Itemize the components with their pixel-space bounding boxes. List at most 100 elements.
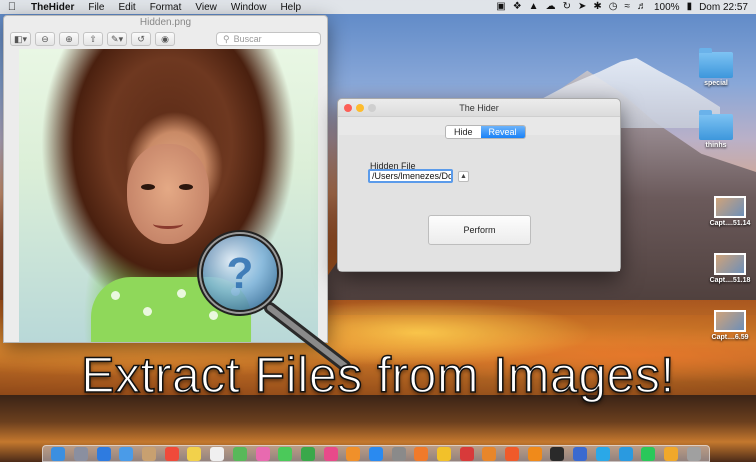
skype-icon[interactable]	[595, 446, 610, 461]
menu-bar:  TheHider File Edit Format View Window …	[0, 0, 756, 14]
facetime-icon[interactable]	[300, 446, 315, 461]
mail-icon[interactable]	[119, 446, 134, 461]
sketch-icon[interactable]	[663, 446, 678, 461]
desktop-item-label: special	[704, 80, 728, 87]
contacts-icon[interactable]	[142, 446, 157, 461]
shirt-dot	[111, 291, 120, 300]
hider-titlebar[interactable]: The Hider	[338, 99, 620, 117]
calendar-icon[interactable]	[164, 446, 179, 461]
whatsapp-icon[interactable]	[641, 446, 656, 461]
menu-edit[interactable]: Edit	[111, 2, 142, 13]
safari-icon[interactable]	[96, 446, 111, 461]
appstore-icon[interactable]	[368, 446, 383, 461]
desktop-item-thinhs[interactable]: thinhs	[689, 110, 743, 149]
browse-stepper-button[interactable]: ▲	[458, 171, 469, 182]
zoom-out-icon: ⊖	[41, 33, 49, 44]
desktop-item-screenshot-1[interactable]: Capt....51.14	[703, 196, 756, 227]
menu-file[interactable]: File	[81, 2, 111, 13]
apple-menu-icon[interactable]: 	[0, 1, 24, 13]
launchpad-icon[interactable]	[74, 446, 89, 461]
dock	[42, 445, 710, 462]
menu-app[interactable]: TheHider	[24, 2, 81, 13]
search-placeholder: Buscar	[233, 34, 262, 44]
zoom-out-button[interactable]: ⊖	[35, 32, 56, 46]
notes-icon[interactable]	[187, 446, 202, 461]
evernote-icon[interactable]: ▣	[496, 0, 505, 14]
dropbox-icon[interactable]: ❖	[513, 0, 522, 14]
rotate-icon: ↺	[137, 33, 145, 44]
rotate-button[interactable]: ↺	[131, 32, 152, 46]
telegram-icon[interactable]	[618, 446, 633, 461]
drive-icon[interactable]: ▲	[529, 0, 539, 14]
sidebar-toggle-button[interactable]: ◧▾	[10, 32, 32, 46]
markup-button[interactable]: ✎▾	[107, 32, 128, 46]
preview-toolbar: ◧▾ ⊖ ⊕ ⇧ ✎▾ ↺ ◉ ⚲ Buscar	[4, 30, 327, 48]
sidebar-icon: ◧▾	[14, 33, 28, 44]
hider-title: The Hider	[459, 103, 499, 113]
wifi-icon[interactable]: ≈	[624, 0, 630, 14]
sync-icon[interactable]: ↻	[563, 0, 571, 14]
close-button[interactable]	[344, 104, 352, 112]
photos-icon[interactable]	[255, 446, 270, 461]
maps-icon[interactable]	[232, 446, 247, 461]
cloud-icon[interactable]: ☁	[546, 0, 556, 14]
shirt-dot	[143, 307, 152, 316]
search-input[interactable]: ⚲ Buscar	[216, 32, 321, 46]
reminders-icon[interactable]	[210, 446, 225, 461]
preview-titlebar[interactable]: Hidden.png	[4, 16, 327, 30]
battery-percent[interactable]: 100%	[654, 2, 680, 13]
tab-hide[interactable]: Hide	[446, 126, 481, 138]
annotate-icon: ◉	[161, 33, 170, 44]
opera-icon[interactable]	[459, 446, 474, 461]
menu-window[interactable]: Window	[224, 2, 274, 13]
hider-panel	[339, 135, 620, 271]
photo-eye-right	[179, 184, 193, 190]
hidden-file-path-field[interactable]: /Users/lmenezes/Dow	[368, 169, 453, 183]
tab-reveal[interactable]: Reveal	[480, 126, 525, 138]
battery-icon[interactable]: ▮	[687, 0, 693, 14]
shirt-dot	[177, 289, 186, 298]
desktop-item-screenshot-2[interactable]: Capt....51.18	[703, 253, 756, 284]
photo-smile	[153, 219, 183, 229]
itunes-icon[interactable]	[323, 446, 338, 461]
finder-icon[interactable]	[51, 446, 66, 461]
perform-button[interactable]: Perform	[428, 215, 531, 245]
minimize-button[interactable]	[356, 104, 364, 112]
annotate-button[interactable]: ◉	[155, 32, 176, 46]
menu-view[interactable]: View	[188, 2, 224, 13]
menu-help[interactable]: Help	[273, 2, 308, 13]
hider-window: The Hider Hide Reveal Hidden File /Users…	[337, 98, 621, 272]
chevron-up-icon: ▲	[460, 173, 467, 180]
promo-caption: Extract Files from Images!	[80, 346, 675, 404]
bluetooth-icon[interactable]: ✱	[593, 0, 601, 14]
clock[interactable]: Dom 22:57	[699, 2, 748, 13]
preferences-icon[interactable]	[391, 446, 406, 461]
terminal-icon[interactable]	[550, 446, 565, 461]
menu-format[interactable]: Format	[143, 2, 189, 13]
ibooks-icon[interactable]	[346, 446, 361, 461]
sublime-icon[interactable]	[482, 446, 497, 461]
timemachine-icon[interactable]: ◷	[609, 0, 618, 14]
volume-icon[interactable]: ♬	[637, 0, 647, 14]
trash-icon[interactable]	[686, 446, 701, 461]
chrome-icon[interactable]	[437, 446, 452, 461]
share-button[interactable]: ⇧	[83, 32, 104, 46]
screenshot-thumbnail	[714, 310, 746, 332]
status-area: ▣ ❖ ▲ ☁ ↻ ➤ ✱ ◷ ≈ ♬ 100% ▮ Dom 22:57	[496, 0, 756, 14]
screenshot-thumbnail	[714, 196, 746, 218]
vlc-icon[interactable]	[527, 446, 542, 461]
share-icon: ⇧	[89, 33, 97, 44]
zoom-in-button[interactable]: ⊕	[59, 32, 80, 46]
zoom-button[interactable]	[368, 104, 376, 112]
firefox-icon[interactable]	[414, 446, 429, 461]
xcode-icon[interactable]	[573, 446, 588, 461]
brave-icon[interactable]	[505, 446, 520, 461]
messages-icon[interactable]	[278, 446, 293, 461]
search-icon: ⚲	[223, 33, 230, 44]
preview-title: Hidden.png	[139, 17, 192, 28]
desktop-item-label: Capt....51.18	[709, 277, 751, 284]
desktop-item-special[interactable]: special	[689, 48, 743, 87]
location-icon[interactable]: ➤	[578, 0, 586, 14]
mode-segmented-control: Hide Reveal	[445, 125, 526, 139]
desktop-item-screenshot-3[interactable]: Capt....6.59	[703, 310, 756, 341]
